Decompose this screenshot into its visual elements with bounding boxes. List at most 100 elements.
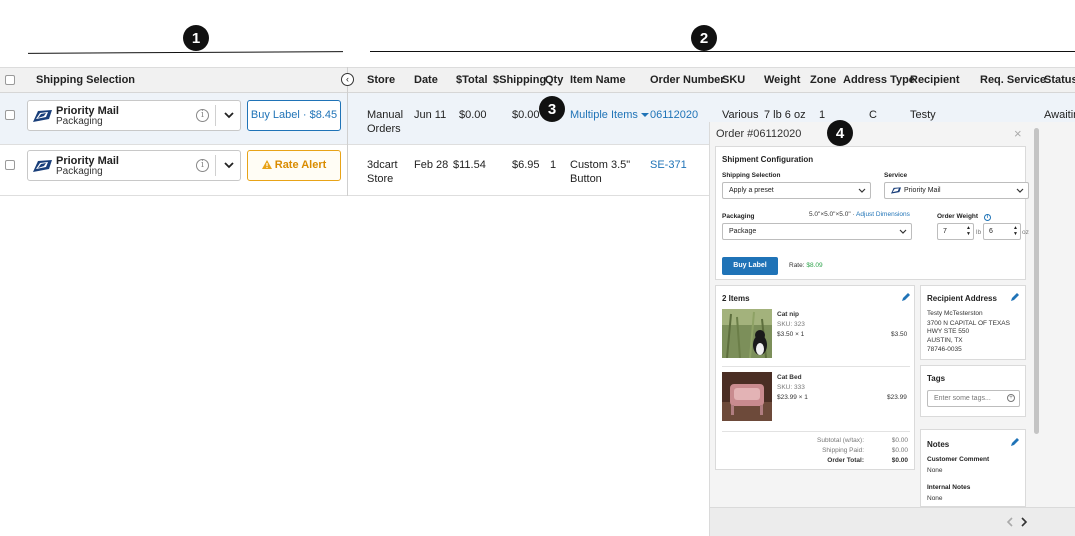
packaging-label: Packaging <box>56 116 103 127</box>
next-icon[interactable] <box>1019 517 1029 527</box>
adjust-dimensions-link[interactable]: Adjust Dimensions <box>856 211 910 218</box>
row-checkbox[interactable] <box>5 110 15 120</box>
store-line: Store <box>367 173 394 185</box>
cell-date: Jun 11 <box>414 109 447 121</box>
add-circle-icon[interactable]: + <box>1007 394 1015 402</box>
cell-qty: 1 <box>550 159 557 171</box>
item-total: $3.50 <box>891 331 908 338</box>
address-line: 3700 N CAPITAL OF TEXAS <box>927 320 1010 327</box>
shipment-configuration-card: Shipment Configuration Shipping Selectio… <box>715 146 1029 280</box>
chevron-down-icon[interactable] <box>222 158 236 172</box>
section-rule-2 <box>370 51 1075 52</box>
item-divider <box>722 366 910 367</box>
weight-lb-input[interactable]: 7 ▲ ▼ <box>937 223 974 240</box>
col-weight[interactable]: Weight <box>764 74 800 86</box>
preset-select[interactable]: Apply a preset <box>722 182 871 199</box>
tags-title: Tags <box>927 374 946 383</box>
service-select[interactable]: Priority Mail <box>884 182 1029 199</box>
chevron-down-icon <box>858 188 866 193</box>
col-zone[interactable]: Zone <box>810 74 836 86</box>
order-detail-panel: Order #06112020 4 × Shipment Configurati… <box>709 120 1075 536</box>
col-shipping[interactable]: $Shipping <box>493 74 546 86</box>
callout-2: 2 <box>691 25 717 51</box>
order-weight-label: Order Weight i <box>937 213 991 221</box>
store-line: Manual <box>367 109 404 121</box>
info-icon[interactable]: i <box>983 214 991 221</box>
cell-total: $11.54 <box>453 159 486 171</box>
col-address-type[interactable]: Address Type <box>843 74 915 86</box>
packaging-label: Packaging <box>722 213 755 220</box>
item-price-qty: $3.50 × 1 <box>777 331 805 338</box>
close-icon[interactable]: × <box>1014 126 1022 141</box>
buy-label-button[interactable]: Buy Label · $8.45 <box>247 100 341 131</box>
row-checkbox[interactable] <box>5 160 15 170</box>
col-qty[interactable]: Qty <box>545 74 563 86</box>
collapse-left-icon[interactable]: ‹ <box>341 73 354 86</box>
item-name-link[interactable]: Multiple Items <box>570 109 638 121</box>
lb-unit: lb <box>976 229 982 236</box>
item-sku: SKU: 333 <box>777 384 805 391</box>
col-total[interactable]: $Total <box>456 74 488 86</box>
callout-3: 3 <box>539 96 565 122</box>
col-order-number[interactable]: Order Number <box>650 74 725 86</box>
order-weight-text: Order Weight <box>937 213 979 220</box>
order-number-link[interactable]: SE-371 <box>650 158 687 172</box>
shipment-configuration-title: Shipment Configuration <box>722 155 814 164</box>
address-line: 78746-0035 <box>927 346 962 353</box>
pencil-icon[interactable] <box>1010 292 1020 302</box>
rate-text: Rate: $8.09 <box>789 262 823 269</box>
order-number-link[interactable]: 06112020 <box>650 108 698 122</box>
tags-placeholder: Enter some tags... <box>934 395 991 402</box>
info-icon[interactable]: i <box>196 109 209 122</box>
tags-input[interactable]: Enter some tags... + <box>927 390 1020 407</box>
pencil-icon[interactable] <box>901 292 911 302</box>
callout-4: 4 <box>827 120 853 146</box>
stepper-icon[interactable]: ▲ ▼ <box>966 225 971 237</box>
order-total-value: $0.00 <box>891 457 908 464</box>
shipping-selection-dropdown[interactable]: Priority Mail Packaging i <box>27 150 241 181</box>
multiple-items-dropdown[interactable]: Multiple Items <box>570 108 649 122</box>
notes-card: Notes Customer Comment None Internal Not… <box>920 429 1026 507</box>
cell-sku: Various <box>722 109 759 121</box>
chevron-down-icon <box>899 229 907 234</box>
info-icon[interactable]: i <box>196 159 209 172</box>
col-store[interactable]: Store <box>367 74 395 86</box>
shipping-selection-dropdown[interactable]: Priority Mail Packaging i <box>27 100 241 131</box>
weight-oz-input[interactable]: 6 ▲ ▼ <box>983 223 1021 240</box>
col-item-name[interactable]: Item Name <box>570 74 626 86</box>
cat-bed-thumbnail <box>722 372 772 421</box>
recipient-title: Recipient Address <box>927 294 997 303</box>
select-all-checkbox[interactable] <box>5 75 15 85</box>
weight-lb-value: 7 <box>943 228 947 235</box>
rate-alert-button[interactable]: Rate Alert <box>247 150 341 181</box>
rate-alert-label: Rate Alert <box>274 159 327 171</box>
panel-title: Order #06112020 <box>716 128 802 140</box>
col-date[interactable]: Date <box>414 74 438 86</box>
cell-weight: 7 lb 6 oz <box>764 109 806 121</box>
chevron-down-icon[interactable] <box>222 108 236 122</box>
cat-nip-thumbnail <box>722 309 772 358</box>
item-sku: SKU: 323 <box>777 321 805 328</box>
packaging-select[interactable]: Package <box>722 223 912 240</box>
col-shipping-selection[interactable]: Shipping Selection <box>36 74 135 86</box>
column-divider <box>347 67 348 196</box>
prev-icon[interactable] <box>1005 517 1015 527</box>
customer-comment-label: Customer Comment <box>927 456 990 463</box>
col-req-service[interactable]: Req. Service <box>980 74 1046 86</box>
cell-item-name: Custom 3.5" Button <box>570 158 630 186</box>
usps-eagle-icon <box>33 110 52 122</box>
pencil-icon[interactable] <box>1010 437 1020 447</box>
customer-comment-value: None <box>927 467 943 474</box>
panel-scrollbar[interactable] <box>1034 128 1039 434</box>
col-recipient[interactable]: Recipient <box>910 74 960 86</box>
items-card: 2 Items Cat nip SKU: 323 $3.50 × 1 $3.50… <box>715 285 915 470</box>
shipping-selection-label: Shipping Selection <box>722 172 781 179</box>
internal-notes-value: None <box>927 495 943 502</box>
service-value: Priority Mail <box>904 187 941 194</box>
col-status[interactable]: Status <box>1044 74 1075 86</box>
order-total-label: Order Total: <box>827 457 864 464</box>
buy-label-button[interactable]: Buy Label <box>722 257 778 275</box>
stepper-icon[interactable]: ▲ ▼ <box>1013 225 1018 237</box>
packaging-value: Package <box>729 228 757 235</box>
col-sku[interactable]: SKU <box>722 74 745 86</box>
